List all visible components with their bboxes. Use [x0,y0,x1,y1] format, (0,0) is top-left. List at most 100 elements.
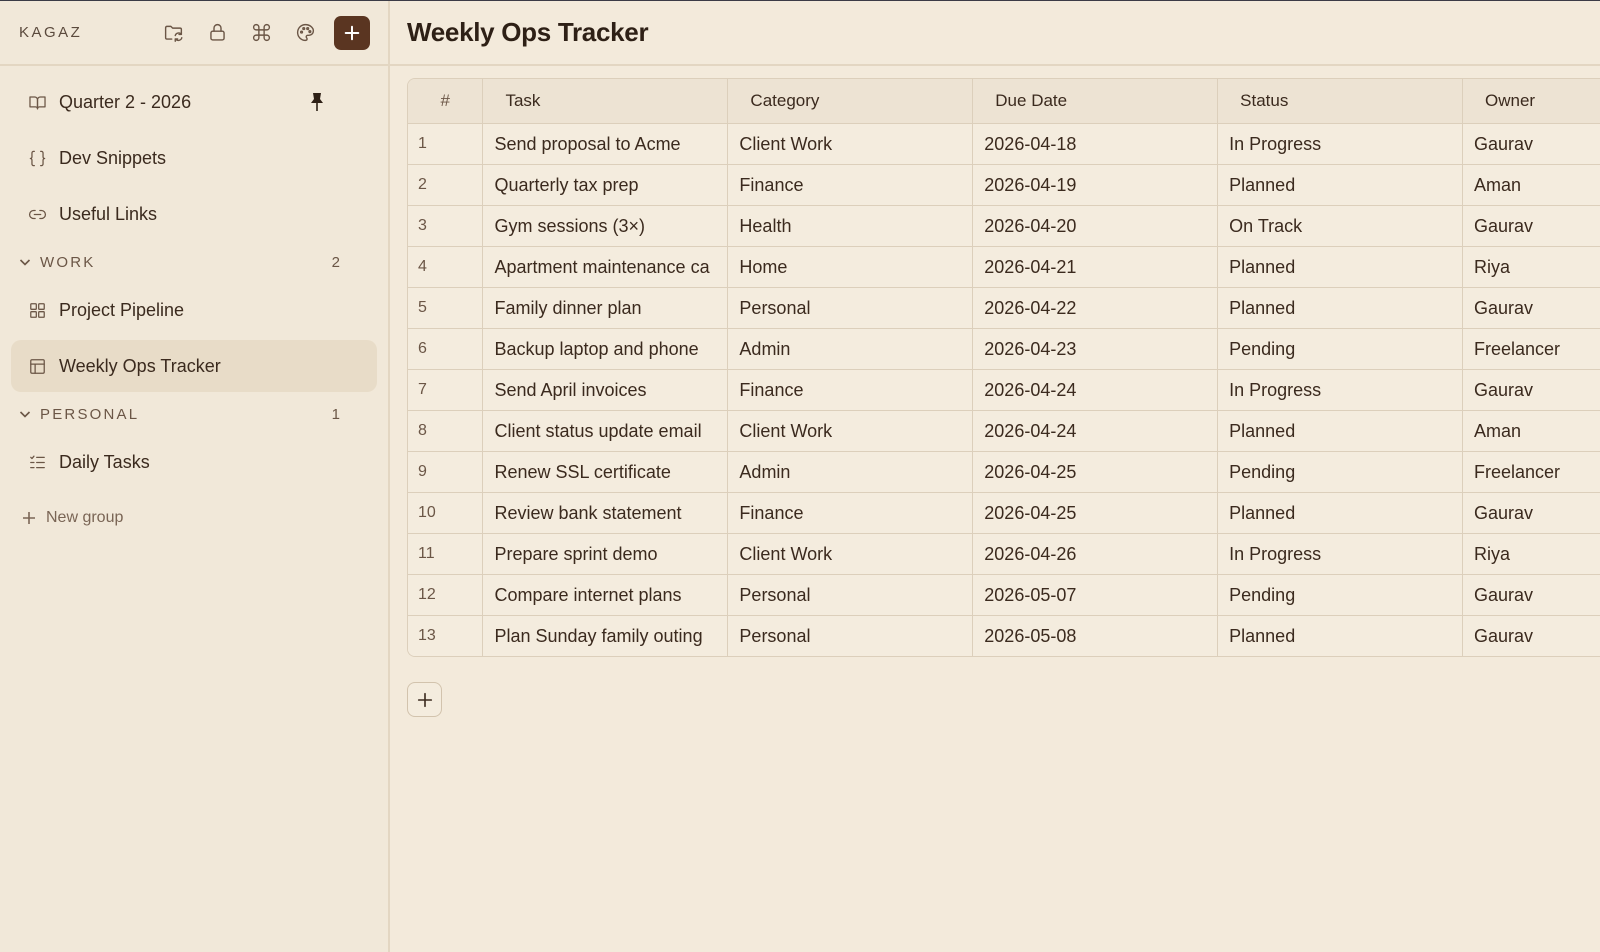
table-row[interactable]: 4 Apartment maintenance ca Home 2026-04-21 P… [408,246,1600,288]
cell-due-date[interactable]: 2026-04-24 [972,410,1219,452]
cell-category[interactable]: Finance [727,492,974,534]
page-title[interactable]: Weekly Ops Tracker [407,17,649,48]
cell-task[interactable]: Quarterly tax prep [482,164,729,206]
cell-category[interactable]: Finance [727,369,974,411]
cell-status[interactable]: In Progress [1217,533,1463,575]
sidebar-item-weekly-ops-tracker[interactable]: Weekly Ops Tracker [11,340,377,392]
add-row-button[interactable] [407,682,442,717]
add-page-button[interactable] [334,15,370,50]
cell-task[interactable]: Send April invoices [482,369,729,411]
cell-category[interactable]: Client Work [727,123,974,165]
table-row[interactable]: 7 Send April invoices Finance 2026-04-24 In … [408,369,1600,411]
table-row[interactable]: 1 Send proposal to Acme Client Work 2026-04… [408,123,1600,165]
lock-icon[interactable] [206,22,228,44]
cell-category[interactable]: Finance [727,164,974,206]
cell-task[interactable]: Send proposal to Acme [482,123,729,165]
cell-owner[interactable]: Gaurav [1462,369,1600,411]
cell-number[interactable]: 3 [408,205,484,247]
column-header-status[interactable]: Status [1217,79,1463,124]
cell-status[interactable]: Planned [1217,287,1463,329]
command-icon[interactable] [250,22,272,44]
cell-number[interactable]: 11 [408,533,484,575]
cell-number[interactable]: 8 [408,410,484,452]
cell-category[interactable]: Client Work [727,533,974,575]
group-header-work[interactable]: WORK 2 [0,240,388,284]
table-row[interactable]: 13 Plan Sunday family outing Personal 2026-… [408,615,1600,656]
cell-task[interactable]: Apartment maintenance ca [482,246,729,288]
cell-due-date[interactable]: 2026-04-21 [972,246,1219,288]
table-row[interactable]: 5 Family dinner plan Personal 2026-04-22 Pla… [408,287,1600,329]
table-row[interactable]: 11 Prepare sprint demo Client Work 2026-04-… [408,533,1600,575]
cell-status[interactable]: In Progress [1217,369,1463,411]
cell-task[interactable]: Review bank statement [482,492,729,534]
cell-task[interactable]: Plan Sunday family outing [482,615,729,656]
cell-task[interactable]: Gym sessions (3×) [482,205,729,247]
sidebar-item-project-pipeline[interactable]: Project Pipeline [11,284,377,336]
cell-owner[interactable]: Gaurav [1462,492,1600,534]
cell-owner[interactable]: Riya [1462,533,1600,575]
cell-task[interactable]: Client status update email [482,410,729,452]
cell-owner[interactable]: Gaurav [1462,205,1600,247]
cell-due-date[interactable]: 2026-05-08 [972,615,1219,656]
cell-status[interactable]: Planned [1217,410,1463,452]
column-header-owner[interactable]: Owner [1462,79,1600,124]
cell-category[interactable]: Personal [727,574,974,616]
cell-owner[interactable]: Aman [1462,164,1600,206]
cell-status[interactable]: Planned [1217,492,1463,534]
table-row[interactable]: 8 Client status update email Client Work 20… [408,410,1600,452]
cell-number[interactable]: 10 [408,492,484,534]
cell-category[interactable]: Personal [727,287,974,329]
cell-status[interactable]: In Progress [1217,123,1463,165]
table-row[interactable]: 10 Review bank statement Finance 2026-04-25… [408,492,1600,534]
cell-category[interactable]: Client Work [727,410,974,452]
pin-icon[interactable] [307,91,327,113]
cell-number[interactable]: 13 [408,615,484,656]
cell-number[interactable]: 5 [408,287,484,329]
cell-task[interactable]: Compare internet plans [482,574,729,616]
cell-number[interactable]: 7 [408,369,484,411]
cell-owner[interactable]: Freelancer [1462,328,1600,370]
cell-number[interactable]: 4 [408,246,484,288]
cell-due-date[interactable]: 2026-04-19 [972,164,1219,206]
cell-category[interactable]: Home [727,246,974,288]
cell-owner[interactable]: Freelancer [1462,451,1600,493]
cell-status[interactable]: Pending [1217,328,1463,370]
cell-due-date[interactable]: 2026-04-22 [972,287,1219,329]
cell-number[interactable]: 9 [408,451,484,493]
cell-number[interactable]: 1 [408,123,484,165]
cell-status[interactable]: Pending [1217,574,1463,616]
cell-number[interactable]: 6 [408,328,484,370]
cell-due-date[interactable]: 2026-04-23 [972,328,1219,370]
cell-owner[interactable]: Gaurav [1462,123,1600,165]
table-row[interactable]: 3 Gym sessions (3×) Health 2026-04-20 On Tra… [408,205,1600,247]
cell-due-date[interactable]: 2026-04-25 [972,492,1219,534]
sidebar-item-daily-tasks[interactable]: Daily Tasks [11,436,377,488]
cell-owner[interactable]: Aman [1462,410,1600,452]
sidebar-item-quarter-2-2026[interactable]: Quarter 2 - 2026 [11,76,377,128]
sidebar-item-useful-links[interactable]: Useful Links [11,188,377,240]
cell-due-date[interactable]: 2026-04-18 [972,123,1219,165]
table-row[interactable]: 6 Backup laptop and phone Admin 2026-04-23 P… [408,328,1600,370]
column-header-category[interactable]: Category [727,79,974,124]
cell-task[interactable]: Family dinner plan [482,287,729,329]
cell-task[interactable]: Backup laptop and phone [482,328,729,370]
column-header-task[interactable]: Task [482,79,729,124]
cell-task[interactable]: Prepare sprint demo [482,533,729,575]
cell-category[interactable]: Personal [727,615,974,656]
cell-due-date[interactable]: 2026-05-07 [972,574,1219,616]
cell-task[interactable]: Renew SSL certificate [482,451,729,493]
cell-due-date[interactable]: 2026-04-25 [972,451,1219,493]
cell-owner[interactable]: Riya [1462,246,1600,288]
table-row[interactable]: 12 Compare internet plans Personal 2026-05-… [408,574,1600,616]
group-header-personal[interactable]: PERSONAL 1 [0,392,388,436]
table-row[interactable]: 9 Renew SSL certificate Admin 2026-04-25 Pen… [408,451,1600,493]
cell-due-date[interactable]: 2026-04-24 [972,369,1219,411]
cell-due-date[interactable]: 2026-04-20 [972,205,1219,247]
cell-due-date[interactable]: 2026-04-26 [972,533,1219,575]
cell-status[interactable]: Planned [1217,615,1463,656]
cell-owner[interactable]: Gaurav [1462,287,1600,329]
cell-status[interactable]: Planned [1217,246,1463,288]
cell-status[interactable]: On Track [1217,205,1463,247]
column-header-number[interactable]: # [408,79,484,124]
cell-number[interactable]: 2 [408,164,484,206]
